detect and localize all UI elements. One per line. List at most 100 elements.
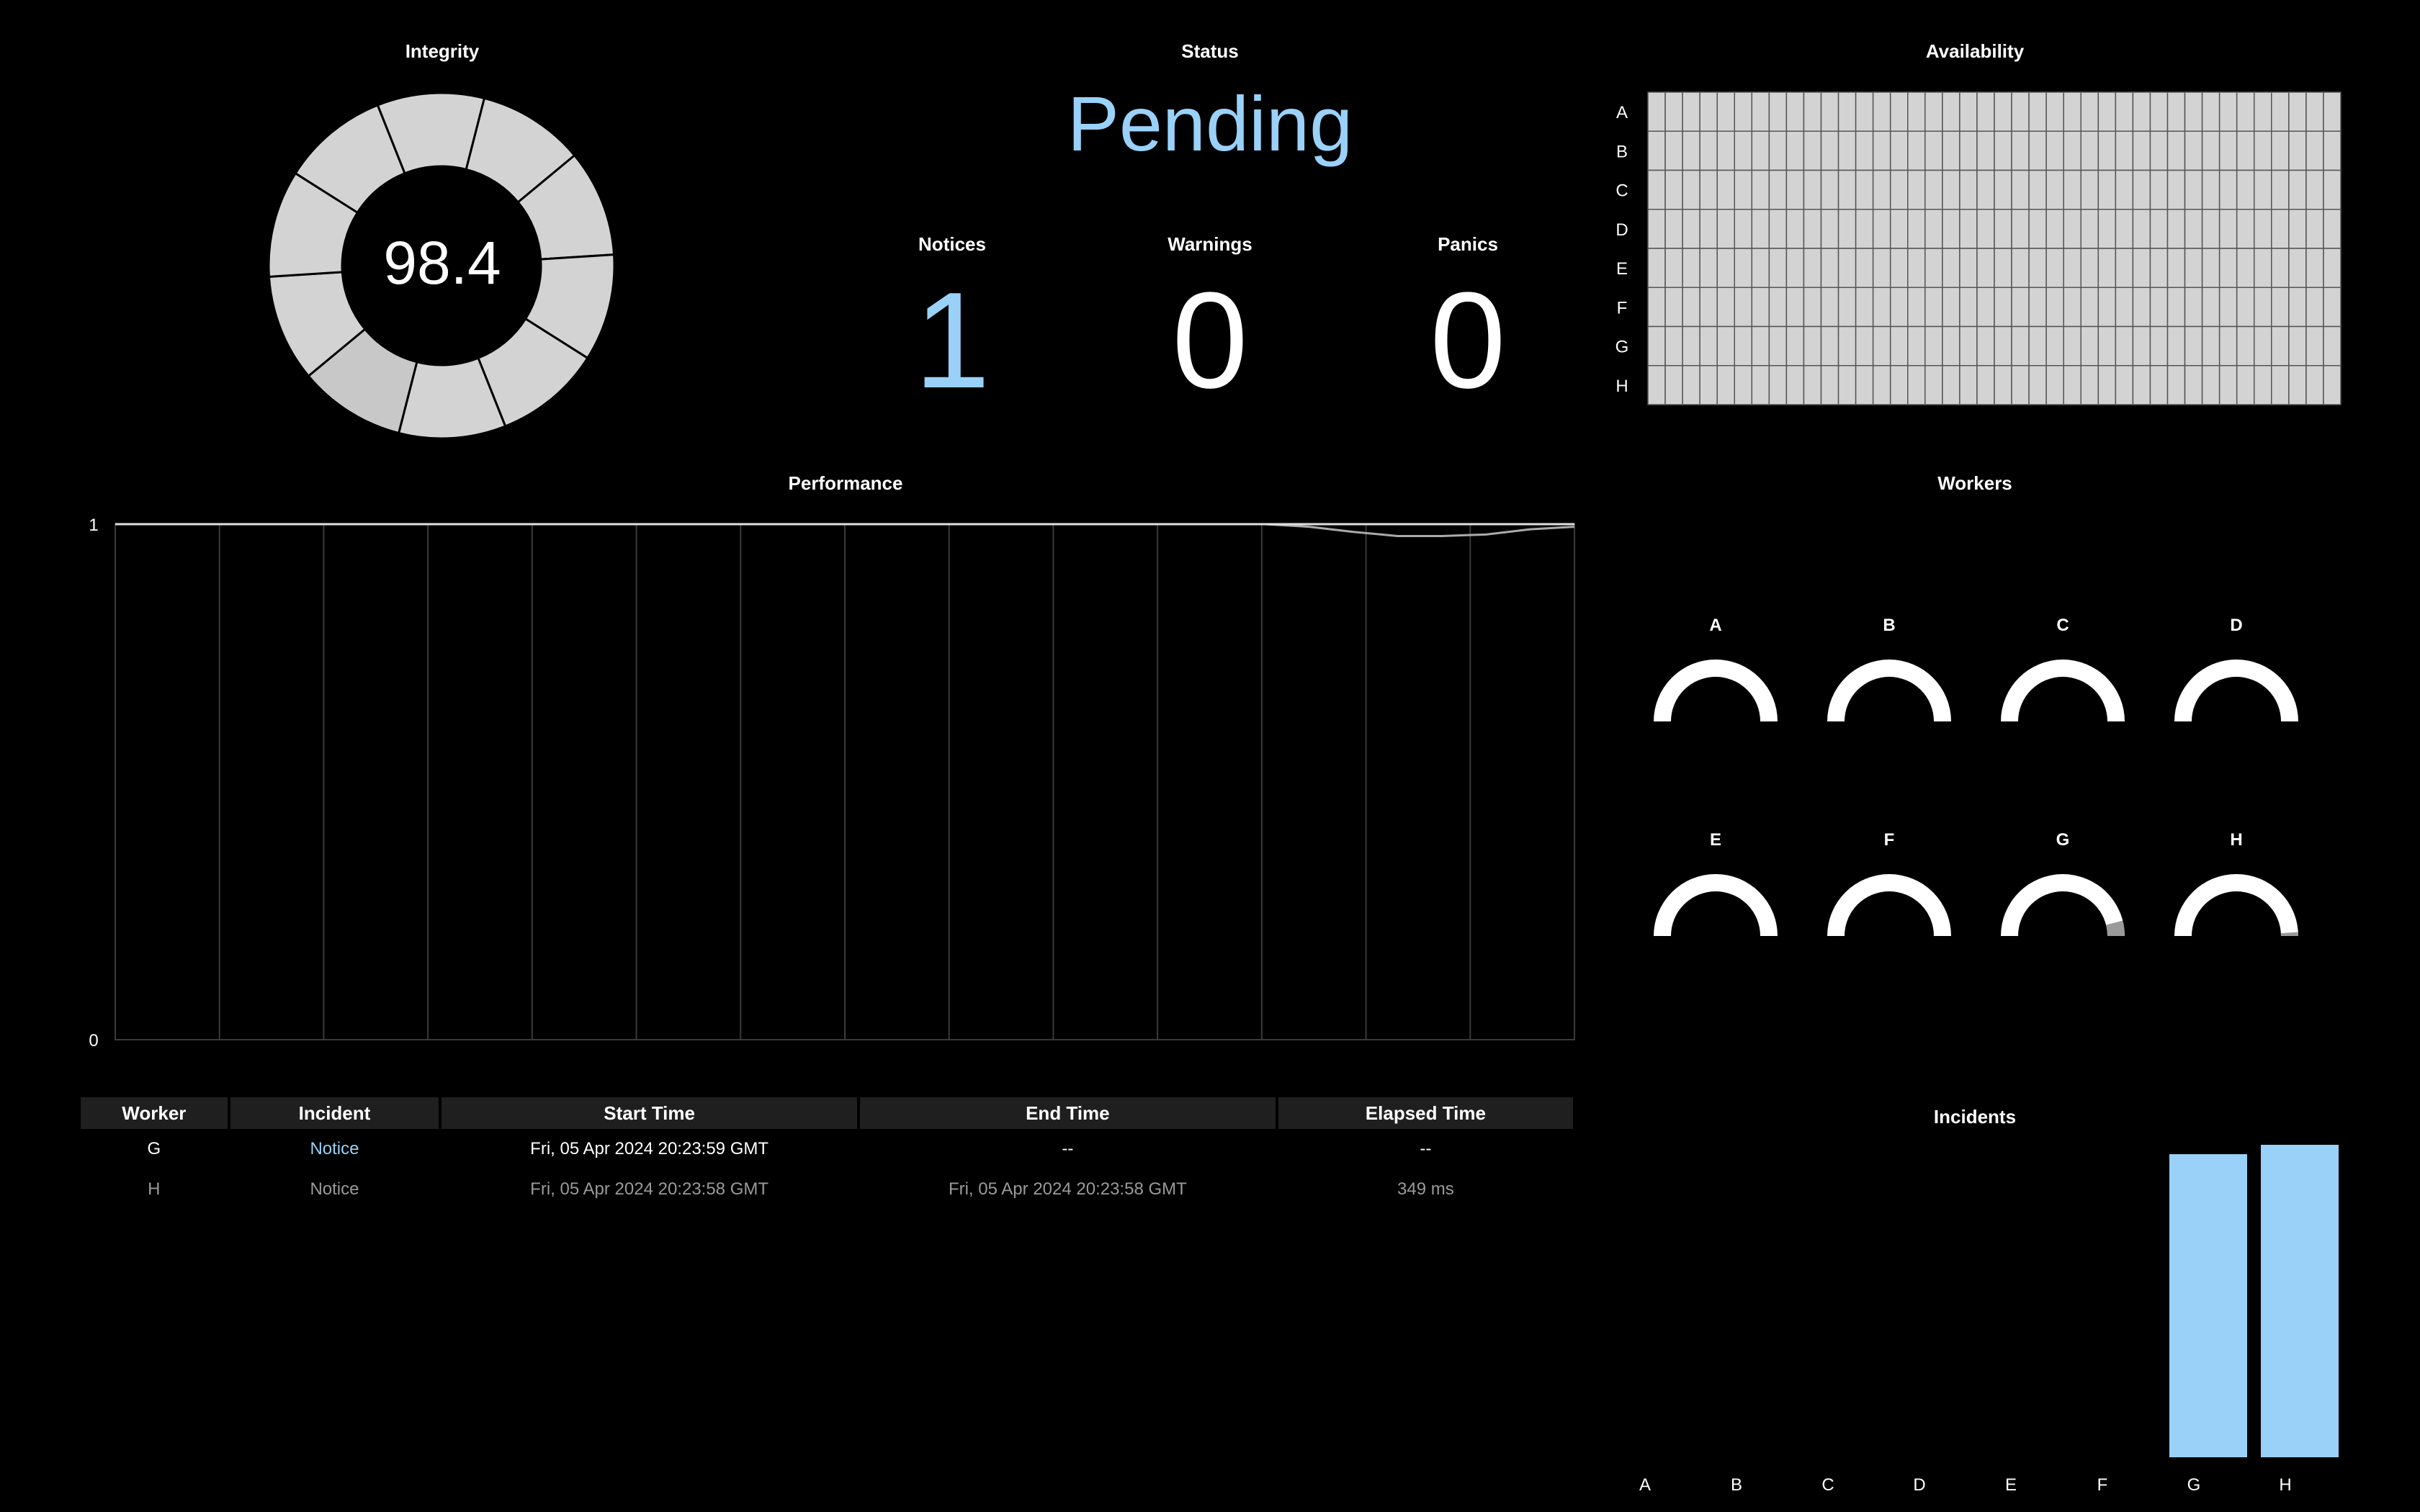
availability-cell: [2149, 209, 2169, 249]
availability-cell: [1924, 325, 1943, 366]
availability-cell: [1994, 130, 2012, 171]
warnings-count: 0: [1172, 264, 1248, 417]
column-header-start-time[interactable]: Start Time: [442, 1097, 857, 1129]
availability-cell: [1907, 248, 1926, 288]
availability-cell: [2218, 365, 2238, 405]
availability-cell: [2063, 287, 2082, 328]
availability-cell: [1699, 209, 1718, 249]
availability-cell: [1924, 365, 1943, 405]
availability-cell: [1785, 169, 1805, 210]
performance-y-tick: 0: [89, 1031, 98, 1050]
availability-cell: [2184, 130, 2203, 171]
start-time-cell: Fri, 05 Apr 2024 20:23:59 GMT: [530, 1139, 769, 1158]
availability-cell: [2201, 169, 2220, 210]
worker-gauge-label: G: [2056, 830, 2070, 850]
availability-cell: [2288, 287, 2307, 328]
availability-cell: [1855, 91, 1874, 132]
availability-cell: [2115, 365, 2134, 405]
availability-cell: [2115, 91, 2134, 132]
incidents-x-tick: B: [1731, 1475, 1742, 1495]
availability-cell: [1751, 130, 1770, 171]
availability-cell: [2115, 209, 2134, 249]
availability-cell: [1820, 169, 1839, 210]
column-header-worker[interactable]: Worker: [81, 1097, 228, 1129]
availability-cell: [2254, 209, 2272, 249]
worker-gauge-label: A: [1709, 616, 1721, 635]
availability-cell: [2218, 169, 2238, 210]
availability-cell: [2201, 130, 2220, 171]
availability-cell: [1855, 130, 1874, 171]
column-header-end-time[interactable]: End Time: [859, 1097, 1276, 1129]
elapsed-time-cell: --: [1420, 1139, 1432, 1158]
availability-cell: [1907, 91, 1926, 132]
worker-gauge-track: [1654, 660, 1778, 721]
availability-cell: [2097, 209, 2117, 249]
availability-cell: [1699, 248, 1718, 288]
availability-cell: [2218, 209, 2238, 249]
availability-cell: [1803, 248, 1822, 288]
availability-cell: [2288, 209, 2307, 249]
availability-cell: [2063, 248, 2082, 288]
availability-cell: [1820, 209, 1839, 249]
availability-cell: [1820, 248, 1839, 288]
panics-label: Panics: [1438, 233, 1498, 255]
availability-cell: [2080, 169, 2099, 210]
availability-cell: [2166, 209, 2186, 249]
availability-cell: [2045, 209, 2064, 249]
availability-cell: [1959, 365, 1978, 405]
availability-cell: [1837, 130, 1857, 171]
availability-cell: [1716, 325, 1735, 366]
availability-cell: [1907, 325, 1926, 366]
availability-cell: [1994, 248, 2012, 288]
availability-cell: [1976, 169, 1995, 210]
availability-cell: [2323, 209, 2341, 249]
incident-link[interactable]: Notice: [230, 1169, 439, 1210]
availability-cell: [2011, 209, 2030, 249]
availability-cell: [2323, 365, 2341, 405]
availability-cell: [2184, 365, 2203, 405]
availability-cell: [1768, 91, 1788, 132]
availability-cell: [2166, 248, 2186, 288]
column-header-elapsed-time[interactable]: Elapsed Time: [1278, 1097, 1573, 1129]
availability-cell: [1889, 130, 1909, 171]
availability-cell: [1924, 287, 1943, 328]
worker-gauge-track: [2174, 660, 2298, 721]
availability-cell: [1647, 287, 1666, 328]
availability-cell: [2045, 365, 2064, 405]
worker-gauge-label: D: [2230, 616, 2242, 635]
worker-gauge-label: C: [2056, 616, 2069, 635]
availability-cell: [2218, 91, 2238, 132]
availability-cell: [2254, 248, 2272, 288]
table-row[interactable]: G Notice Fri, 05 Apr 2024 20:23:59 GMT -…: [81, 1129, 1573, 1169]
availability-cell: [2271, 91, 2290, 132]
availability-cell: [2166, 325, 2186, 366]
availability-cell: [2254, 169, 2272, 210]
availability-cell: [1716, 91, 1735, 132]
availability-cell: [2097, 130, 2117, 171]
availability-cell: [1837, 91, 1857, 132]
column-header-incident[interactable]: Incident: [230, 1097, 439, 1129]
availability-cell: [2028, 169, 2047, 210]
availability-cell: [1924, 248, 1943, 288]
incident-link[interactable]: Notice: [230, 1129, 439, 1169]
availability-cell: [1872, 248, 1891, 288]
availability-cell: [2184, 209, 2203, 249]
availability-cell: [1664, 248, 1683, 288]
worker-gauge-label: E: [1710, 830, 1721, 850]
availability-cell: [1872, 130, 1891, 171]
availability-cell: [1751, 91, 1770, 132]
availability-cell: [2063, 130, 2082, 171]
availability-cell: [1751, 209, 1770, 249]
availability-cell: [1803, 130, 1822, 171]
availability-cell: [1664, 91, 1683, 132]
availability-cell: [1716, 130, 1735, 171]
worker-cell: G: [147, 1139, 161, 1158]
availability-cell: [1682, 209, 1700, 249]
table-row[interactable]: H Notice Fri, 05 Apr 2024 20:23:58 GMT F…: [81, 1169, 1573, 1210]
availability-cell: [1768, 365, 1788, 405]
availability-cell: [2149, 365, 2169, 405]
availability-cell: [1768, 169, 1788, 210]
incidents-title: Incidents: [1933, 1106, 2017, 1128]
availability-cell: [1699, 130, 1718, 171]
availability-cell: [1820, 325, 1839, 366]
